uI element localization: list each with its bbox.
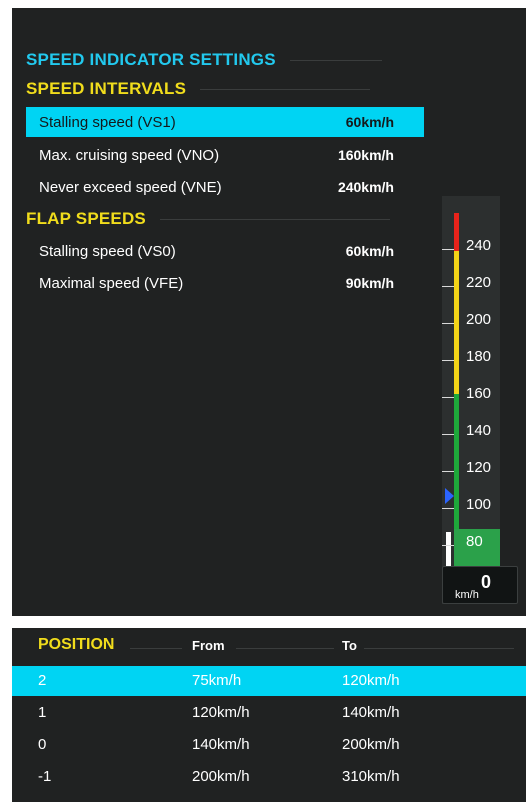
cell-to: 200km/h [342, 736, 400, 753]
cell-position: 2 [38, 672, 47, 689]
gauge-label: 140 [466, 422, 492, 439]
flap-value: 60km/h [345, 243, 394, 259]
header-to: To [342, 638, 357, 653]
gauge-label: 120 [466, 459, 492, 476]
cell-position: 1 [38, 704, 47, 721]
gauge-tick [442, 508, 454, 509]
intervals-divider [200, 88, 371, 90]
interval-row-vno[interactable]: Max. cruising speed (VNO) 160km/h [26, 140, 424, 170]
speed-readout: km/h 0 [442, 566, 518, 604]
gauge-label: 220 [466, 274, 492, 291]
interval-label: Max. cruising speed (VNO) [39, 146, 220, 164]
interval-row-vne[interactable]: Never exceed speed (VNE) 240km/h [26, 172, 424, 202]
gauge-label: 200 [466, 311, 492, 328]
header-position: POSITION [38, 636, 115, 653]
gauge-label: 80 [466, 533, 483, 550]
normal-band [454, 394, 459, 539]
table-row[interactable]: 0 140km/h 200km/h [12, 730, 526, 760]
page-title: SPEED INDICATOR SETTINGS [26, 50, 382, 70]
header-divider [236, 648, 334, 649]
gauge-tick [442, 360, 454, 361]
interval-value: 160km/h [337, 147, 394, 163]
table-row[interactable]: -1 200km/h 310km/h [12, 762, 526, 792]
vne-band [454, 213, 459, 251]
gauge-tick [442, 434, 454, 435]
flap-row-vs0[interactable]: Stalling speed (VS0) 60km/h [26, 236, 424, 266]
gauge-tick [442, 249, 454, 250]
intervals-title: SPEED INTERVALS [26, 79, 187, 98]
gauge-tick [442, 545, 454, 546]
cell-from: 120km/h [192, 704, 250, 721]
speed-value: 0 [480, 572, 491, 592]
flap-label: Stalling speed (VS0) [39, 242, 176, 260]
cell-position: 0 [38, 736, 47, 753]
interval-label: Never exceed speed (VNE) [39, 178, 222, 196]
section-header-intervals: SPEED INTERVALS [26, 79, 371, 99]
flap-row-vfe[interactable]: Maximal speed (VFE) 90km/h [26, 268, 424, 298]
header-divider [364, 648, 514, 649]
interval-label: Stalling speed (VS1) [39, 113, 176, 131]
gauge-label: 100 [466, 496, 492, 513]
title-divider [289, 59, 382, 61]
caution-band [454, 251, 459, 394]
flap-value: 90km/h [345, 275, 394, 291]
gauge-tick [442, 286, 454, 287]
cell-to: 310km/h [342, 768, 400, 785]
header-from: From [192, 638, 225, 653]
table-header: POSITION From To [12, 636, 526, 660]
section-header-flaps: FLAP SPEEDS [26, 209, 390, 229]
interval-value: 240km/h [337, 179, 394, 195]
cell-from: 75km/h [192, 672, 242, 689]
cell-from: 140km/h [192, 736, 250, 753]
cell-to: 120km/h [342, 672, 400, 689]
gauge-tick [442, 323, 454, 324]
gauge-label: 160 [466, 385, 492, 402]
gauge-label: 240 [466, 237, 492, 254]
flaps-title: FLAP SPEEDS [26, 209, 146, 228]
gauge-tick [442, 471, 454, 472]
interval-value: 60km/h [345, 114, 394, 130]
gauge-tick [442, 397, 454, 398]
gauge-label: 180 [466, 348, 492, 365]
cell-position: -1 [38, 768, 52, 785]
speed-gauge: 240 220 200 180 160 140 120 100 80 [442, 196, 500, 604]
interval-row-vs1[interactable]: Stalling speed (VS1) 60km/h [26, 107, 424, 137]
table-row[interactable]: 1 120km/h 140km/h [12, 698, 526, 728]
flaps-divider [159, 218, 390, 220]
cell-to: 140km/h [342, 704, 400, 721]
table-row[interactable]: 2 75km/h 120km/h [12, 666, 526, 696]
header-divider [130, 648, 182, 649]
settings-title: SPEED INDICATOR SETTINGS [26, 50, 276, 69]
speed-pointer-icon [445, 488, 454, 504]
speed-unit: km/h [455, 589, 479, 601]
flap-label: Maximal speed (VFE) [39, 274, 184, 292]
cell-from: 200km/h [192, 768, 250, 785]
